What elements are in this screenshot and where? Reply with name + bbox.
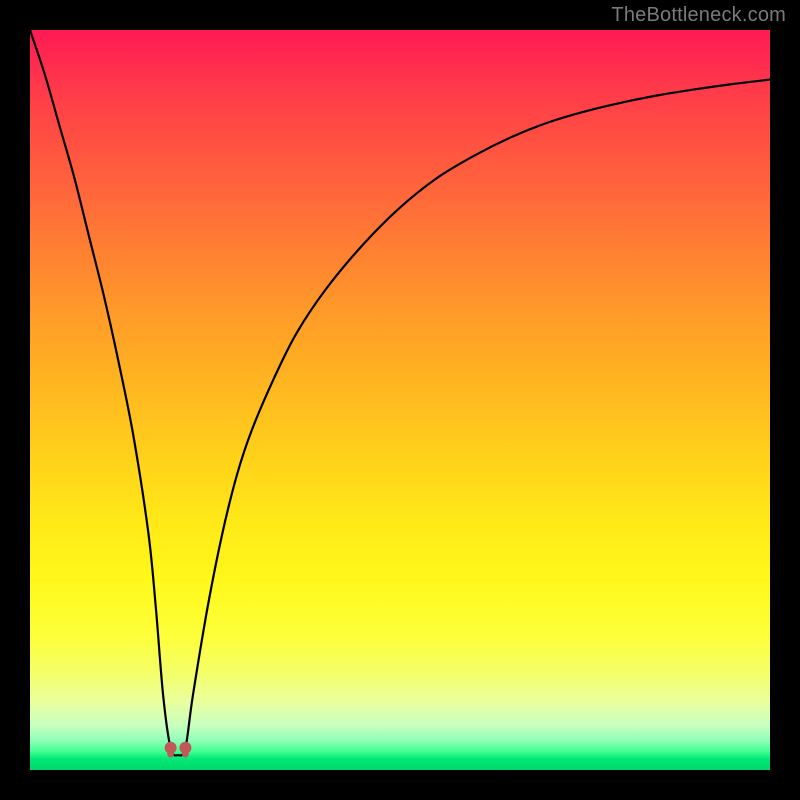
plot-area bbox=[30, 30, 770, 770]
min-marker-right-stem bbox=[182, 748, 189, 758]
min-marker-left-stem bbox=[167, 748, 174, 758]
chart-frame: TheBottleneck.com bbox=[0, 0, 800, 800]
curve-layer bbox=[30, 30, 770, 770]
bottleneck-curve bbox=[30, 30, 770, 755]
watermark: TheBottleneck.com bbox=[611, 4, 786, 27]
